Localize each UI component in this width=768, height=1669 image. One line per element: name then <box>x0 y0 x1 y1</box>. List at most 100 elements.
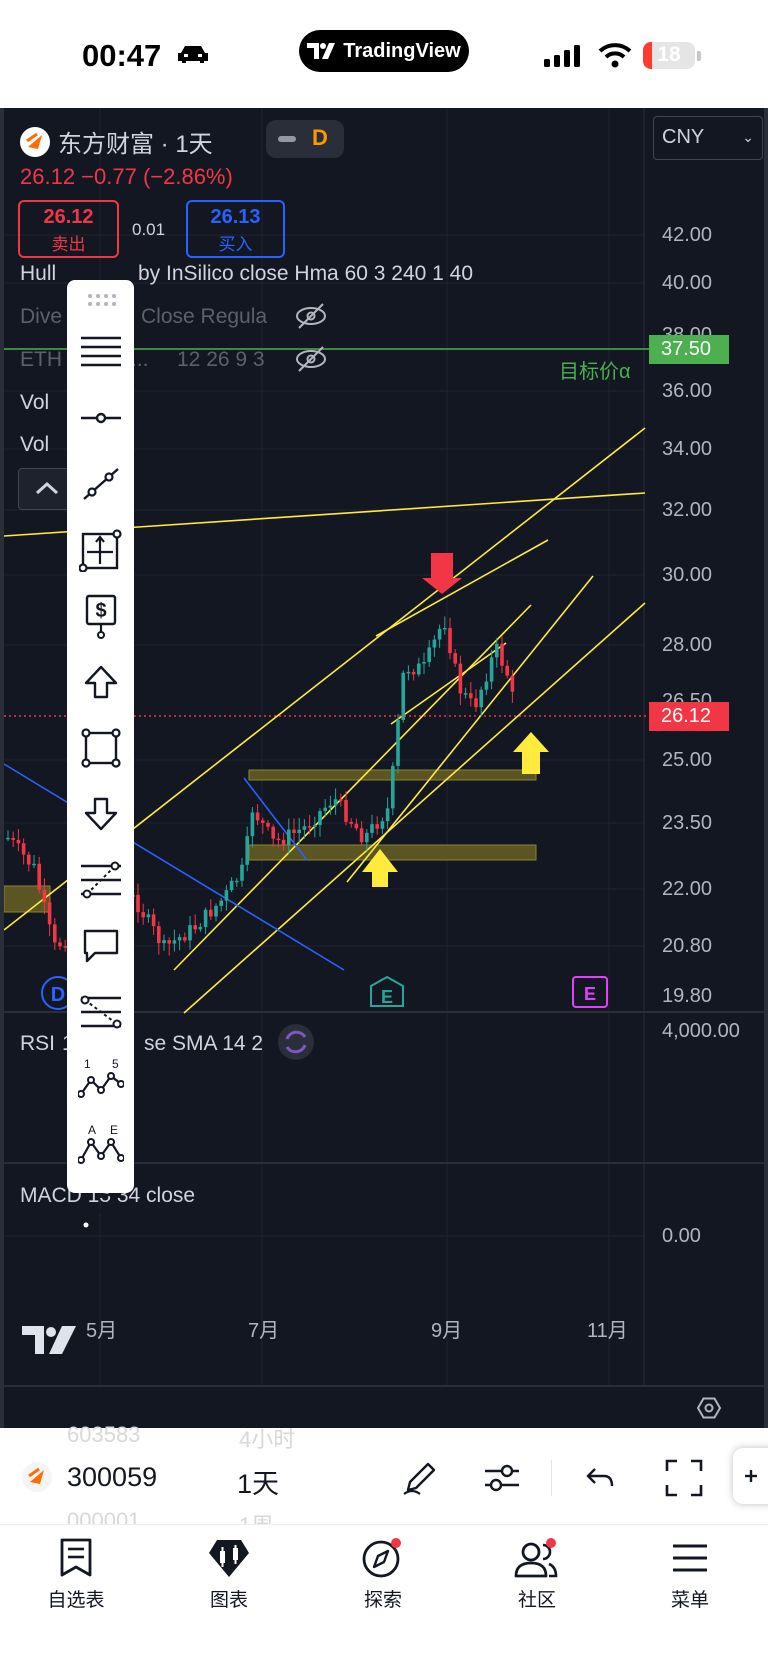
candle-body <box>42 889 47 903</box>
tab-menu[interactable]: 菜单 <box>630 1537 750 1617</box>
tab-label: 菜单 <box>670 1590 709 1611</box>
symbol-search-button[interactable]: 300059 <box>67 1462 157 1493</box>
indicator-hull-prefix[interactable]: Hull <box>20 262 56 286</box>
toolbar-separator <box>551 1460 552 1496</box>
callout-icon[interactable] <box>67 916 134 976</box>
candle-body <box>333 799 338 806</box>
status-time: 00:47 <box>82 38 162 73</box>
rectangle-icon[interactable] <box>67 718 134 778</box>
indicator-rsi-label[interactable]: se SMA 14 2 <box>144 1032 263 1056</box>
candle-body <box>307 826 312 828</box>
session-toggle[interactable]: D <box>266 120 344 158</box>
indicator-divergence-prefix[interactable]: Dive <box>20 305 62 329</box>
indicator-hull-label[interactable]: by InSilico close Hma 60 3 240 1 40 <box>138 262 473 286</box>
indicator-divergence-label[interactable]: Close Regula <box>141 305 267 329</box>
position-tool-icon[interactable] <box>67 520 134 580</box>
candle-body <box>495 643 499 658</box>
price-label-icon[interactable]: $ <box>67 586 134 646</box>
candle-body <box>302 826 307 830</box>
candle-body <box>427 647 431 663</box>
trend-line <box>390 642 507 725</box>
candle-body <box>266 822 270 827</box>
collapse-legend-button[interactable] <box>18 468 74 510</box>
sell-button[interactable]: 26.12 卖出 <box>18 200 119 258</box>
indicator-vol-2[interactable]: Vol <box>20 433 49 457</box>
symbol-logo-icon <box>20 126 50 157</box>
chart-frame[interactable]: D E E 东方财富 · 1天 D CNY ⌄ 26.12 −0.77 (−2.… <box>0 108 768 1428</box>
battery-tip <box>697 51 701 61</box>
candle-body <box>422 662 426 664</box>
indicator-vol-1[interactable]: Vol <box>20 391 49 415</box>
svg-text:A: A <box>88 1123 96 1137</box>
candle-body <box>58 942 62 947</box>
price-axis-label: 28.00 <box>662 634 713 656</box>
candle-body <box>463 693 468 695</box>
indicator-rsi-prefix[interactable]: RSI <box>20 1032 55 1056</box>
horizontal-lines-icon[interactable] <box>67 322 134 382</box>
ghost-symbol-top: 603583 <box>67 1422 141 1447</box>
candle-body <box>177 937 182 941</box>
candle-body <box>281 839 286 845</box>
candle-body <box>198 926 203 930</box>
xabcd-pattern-icon[interactable]: AE <box>67 1114 134 1174</box>
time-axis-label: 11月 <box>587 1320 628 1342</box>
currency-select[interactable]: CNY ⌄ <box>653 116 763 160</box>
candle-body <box>193 925 197 930</box>
abcd-pattern-icon[interactable]: 15 <box>67 1048 134 1108</box>
candle-body <box>255 812 260 821</box>
trend-line <box>183 602 646 1014</box>
price-axis-label: 22.00 <box>662 878 713 900</box>
candle-body <box>349 821 353 824</box>
tab-bar: 自选表 图表 探索 社区 菜单 <box>0 1524 768 1669</box>
symbol-legend[interactable]: 东方财富 · 1天 <box>20 124 213 159</box>
candle-body <box>396 720 400 766</box>
hidden-eye-icon[interactable] <box>294 344 328 374</box>
price-axis-label: 36.00 <box>662 380 713 402</box>
arrow-line-icon[interactable] <box>67 1180 134 1240</box>
candle-body <box>411 671 416 675</box>
more-tools-button[interactable] <box>733 1448 768 1504</box>
candle-body <box>292 829 296 833</box>
arrow-up-icon[interactable] <box>67 652 134 712</box>
currency-value: CNY <box>662 126 705 148</box>
candle-body <box>37 863 41 890</box>
candle-body <box>510 675 515 692</box>
tab-explore[interactable]: 探索 <box>323 1537 443 1617</box>
indicator-eth-label[interactable]: 12 26 9 3 <box>177 348 265 372</box>
interval-button[interactable]: 1天 <box>237 1462 279 1501</box>
car-icon <box>178 46 208 63</box>
fib-retracement-icon[interactable] <box>67 850 134 910</box>
tab-watchlist[interactable]: 自选表 <box>16 1537 136 1617</box>
candle-body <box>375 824 379 829</box>
undo-icon <box>586 1468 614 1487</box>
buy-button[interactable]: 26.13 买入 <box>186 200 285 258</box>
undo-button[interactable] <box>578 1456 622 1500</box>
battery-text: 18 <box>657 43 681 66</box>
candle-body <box>354 823 359 829</box>
drawing-button[interactable] <box>398 1456 442 1500</box>
indicator-eth-prefix[interactable]: ETH <box>20 348 62 372</box>
candle-body <box>500 643 504 666</box>
tab-chart[interactable]: 图表 <box>169 1537 289 1617</box>
tab-community[interactable]: 社区 <box>477 1537 597 1617</box>
sliders-icon <box>485 1464 519 1492</box>
trend-line-icon[interactable] <box>67 454 134 514</box>
candle-body <box>406 671 411 674</box>
tradingview-pill[interactable]: TradingView <box>299 30 469 72</box>
candle-body <box>443 627 447 630</box>
fullscreen-button[interactable] <box>662 1456 706 1500</box>
horizontal-ray-icon[interactable] <box>67 388 134 448</box>
grip-icon[interactable] <box>67 280 134 320</box>
candle-body <box>271 826 275 839</box>
indicators-button[interactable] <box>480 1456 524 1500</box>
candle-body <box>162 940 166 944</box>
candle-body <box>21 843 26 855</box>
trend-line <box>173 604 532 971</box>
candle-body <box>391 765 395 809</box>
candle-body <box>344 799 348 822</box>
pen-icon <box>403 1462 436 1495</box>
candle-body <box>401 672 405 721</box>
hidden-eye-icon[interactable] <box>294 301 328 331</box>
arrow-down-icon[interactable] <box>67 784 134 844</box>
pitchfork-icon[interactable] <box>67 982 134 1042</box>
